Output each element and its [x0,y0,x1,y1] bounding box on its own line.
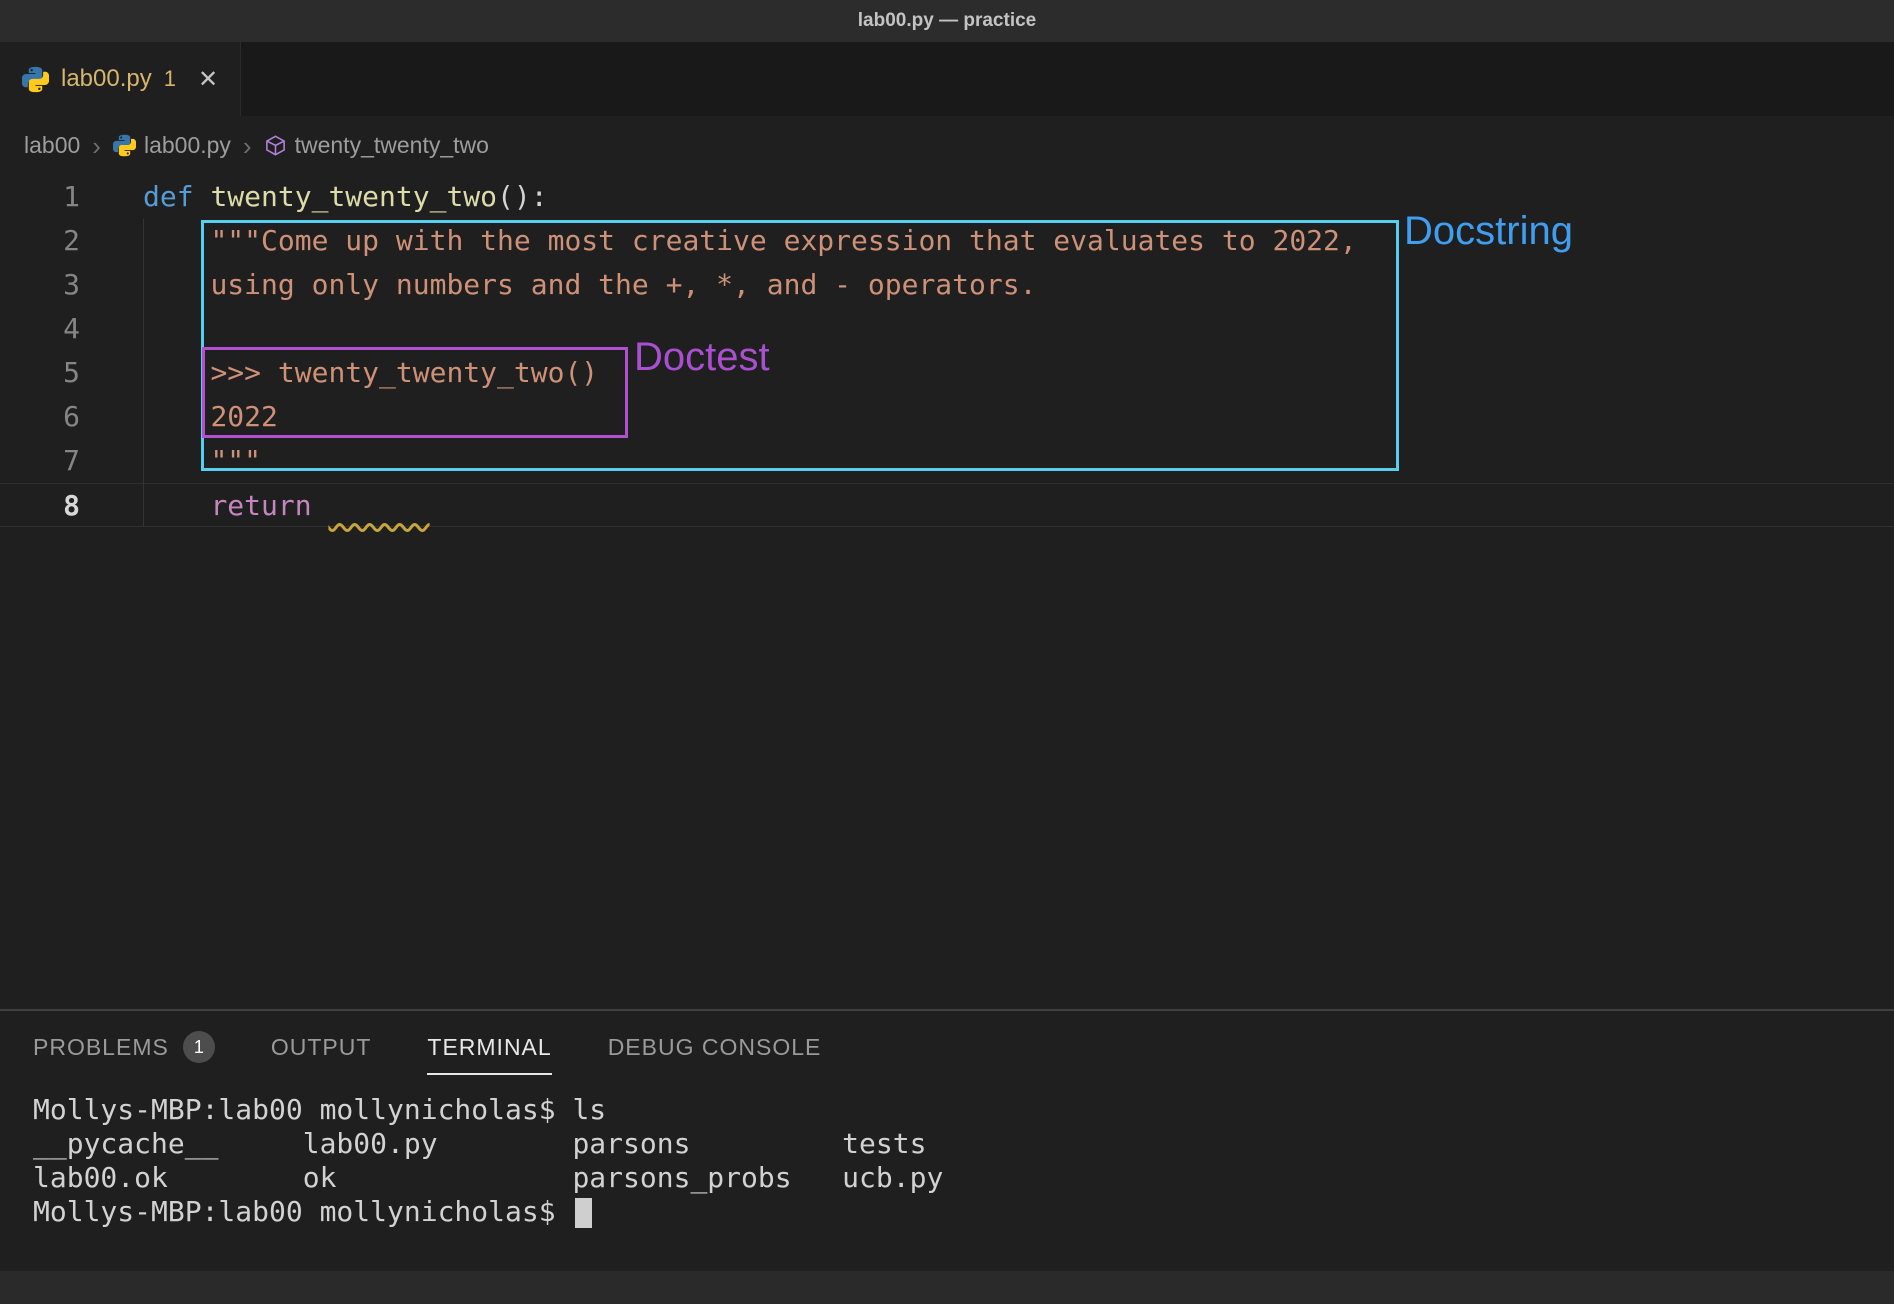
code-token: twenty_twenty_two [210,180,497,213]
breadcrumb-symbol-label: twenty_twenty_two [295,132,489,159]
line-number[interactable]: 7 [0,439,80,483]
code-content: def twenty_twenty_two(): [80,175,548,219]
window-bottom-edge [0,1271,1894,1304]
code-content: """Come up with the most creative expres… [80,219,1357,263]
docstring-annotation-label: Docstring [1404,209,1573,254]
code-token [194,180,211,213]
panel-tab-label: TERMINAL [427,1020,551,1075]
code-token [143,489,210,522]
line-number[interactable]: 2 [0,219,80,263]
code-token: >>> twenty_twenty_two() [210,356,598,389]
code-line[interactable]: 8 return [0,483,1894,527]
close-icon[interactable]: ✕ [198,65,218,94]
panel-tab-terminal[interactable]: TERMINAL [427,1011,551,1083]
chevron-right-icon [241,133,254,159]
code-line[interactable]: 4 [0,307,1894,351]
panel-tab-output[interactable]: OUTPUT [271,1011,372,1083]
line-number[interactable]: 5 [0,351,80,395]
window-title: lab00.py — practice [0,0,1894,42]
tab-label: lab00.py [61,65,152,93]
code-token: def [143,180,194,213]
code-line[interactable]: 1def twenty_twenty_two(): [0,175,1894,219]
code-token: """Come up with the most creative expres… [210,224,1356,257]
chevron-right-icon [90,133,103,159]
panel-tab-label: DEBUG CONSOLE [608,1020,822,1075]
tab-lab00[interactable]: lab00.py 1 ✕ [0,42,241,116]
indent-guide [143,219,144,527]
line-number[interactable]: 6 [0,395,80,439]
bottom-panel: PROBLEMS 1 OUTPUT TERMINAL DEBUG CONSOLE Mol… [0,1009,1894,1271]
tab-problem-count: 1 [164,66,176,92]
panel-tab-label: OUTPUT [271,1020,372,1075]
code-token [328,489,429,522]
breadcrumb-folder-label: lab00 [24,132,80,159]
editor-tab-bar: lab00.py 1 ✕ [0,42,1894,116]
line-number[interactable]: 3 [0,263,80,307]
terminal-text: __pycache__ lab00.py parsons tests [33,1127,926,1160]
breadcrumb-file-label: lab00.py [144,132,231,159]
terminal-text: Mollys-MBP:lab00 mollynicholas$ [33,1195,572,1228]
code-content: 2022 [80,395,278,439]
problems-count-badge: 1 [183,1031,215,1063]
editor-lines: 1def twenty_twenty_two():2 """Come up wi… [0,175,1894,527]
panel-tab-bar: PROBLEMS 1 OUTPUT TERMINAL DEBUG CONSOLE [0,1011,1894,1083]
line-number[interactable]: 4 [0,307,80,351]
code-token: """ [210,444,261,477]
code-line[interactable]: 6 2022 [0,395,1894,439]
code-line[interactable]: 7 """ [0,439,1894,483]
terminal-output[interactable]: Mollys-MBP:lab00 mollynicholas$ ls__pyca… [0,1083,1894,1229]
code-content: using only numbers and the +, *, and - o… [80,263,1036,307]
python-file-icon [113,134,136,157]
code-token [143,356,210,389]
terminal-cursor [575,1198,592,1228]
code-token: using only numbers and the +, *, and - o… [210,268,1036,301]
code-content: """ [80,439,261,483]
line-number[interactable]: 8 [0,484,80,526]
breadcrumb-folder[interactable]: lab00 [24,132,80,159]
code-token [312,489,329,522]
breadcrumb: lab00 lab00.py twenty_twenty_two [0,116,1894,175]
panel-tab-problems[interactable]: PROBLEMS 1 [33,1011,215,1083]
code-line[interactable]: 5 >>> twenty_twenty_two() [0,351,1894,395]
code-token: (): [497,180,548,213]
terminal-line: lab00.ok ok parsons_probs ucb.py [33,1161,1894,1195]
line-number[interactable]: 1 [0,175,80,219]
code-token: return [210,489,311,522]
code-content: return [80,484,430,526]
code-line[interactable]: 2 """Come up with the most creative expr… [0,219,1894,263]
code-content [80,307,143,351]
python-file-icon [22,66,49,93]
terminal-line: Mollys-MBP:lab00 mollynicholas$ ls [33,1093,1894,1127]
code-token [143,268,210,301]
panel-tab-debug-console[interactable]: DEBUG CONSOLE [608,1011,822,1083]
code-content: >>> twenty_twenty_two() [80,351,598,395]
symbol-cube-icon [264,134,287,157]
terminal-text: lab00.ok ok parsons_probs ucb.py [33,1161,943,1194]
code-token [143,224,210,257]
code-token [143,444,210,477]
terminal-line: Mollys-MBP:lab00 mollynicholas$ [33,1195,1894,1229]
vscode-window: lab00.py — practice lab00.py 1 ✕ lab00 [0,0,1894,1304]
code-token [143,400,210,433]
doctest-annotation-label: Doctest [634,335,770,380]
code-editor[interactable]: 1def twenty_twenty_two():2 """Come up wi… [0,175,1894,1009]
terminal-line: __pycache__ lab00.py parsons tests [33,1127,1894,1161]
breadcrumb-symbol[interactable]: twenty_twenty_two [264,132,489,159]
code-line[interactable]: 3 using only numbers and the +, *, and -… [0,263,1894,307]
panel-tab-label: PROBLEMS [33,1020,169,1075]
code-token: 2022 [210,400,277,433]
breadcrumb-file[interactable]: lab00.py [113,132,231,159]
terminal-text: Mollys-MBP:lab00 mollynicholas$ ls [33,1093,606,1126]
